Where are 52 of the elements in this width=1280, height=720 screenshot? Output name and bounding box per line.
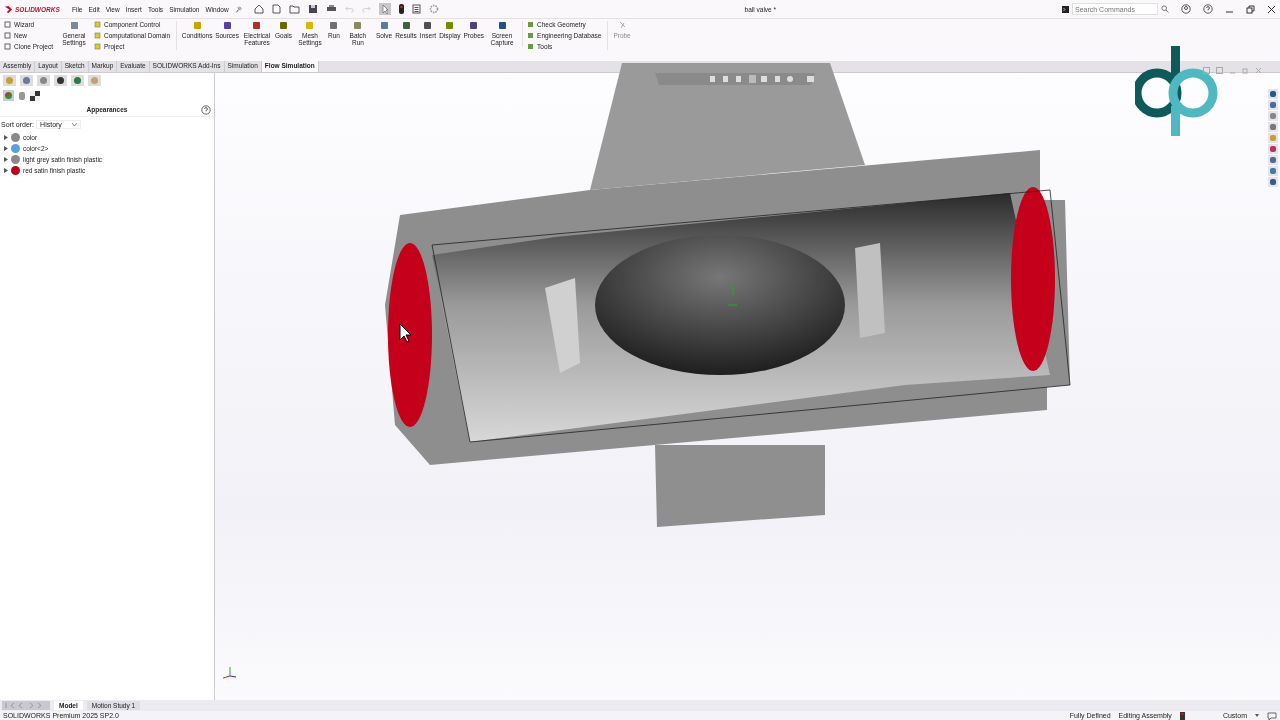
save-icon[interactable]	[307, 4, 318, 14]
settings-icon[interactable]	[428, 4, 439, 14]
command-icon	[222, 21, 232, 30]
caret-icon[interactable]	[1255, 714, 1259, 717]
expand-icon[interactable]	[4, 157, 8, 162]
pointer-icon	[399, 323, 413, 343]
restore-icon[interactable]	[1246, 4, 1255, 14]
appearance-icon[interactable]	[3, 90, 14, 101]
view-toolbar[interactable]	[655, 73, 815, 85]
command-icon	[252, 21, 262, 30]
command-icon	[329, 21, 339, 30]
settings-icon	[69, 21, 79, 30]
ds-logo-icon	[4, 4, 13, 14]
account-icon[interactable]	[1181, 4, 1191, 14]
tile-icon[interactable]	[1216, 67, 1223, 74]
help-icon[interactable]	[1203, 4, 1213, 14]
axis-triad-icon	[221, 665, 239, 681]
new-document-icon[interactable]	[271, 4, 281, 14]
command-icon	[192, 21, 202, 30]
file-properties-icon[interactable]	[411, 4, 421, 14]
expand-icon[interactable]	[4, 168, 8, 173]
redo-icon	[361, 4, 371, 14]
rebuild-icon[interactable]	[1179, 711, 1185, 720]
select-icon[interactable]	[378, 3, 391, 15]
command-icon	[445, 21, 455, 30]
chat-icon[interactable]	[1267, 711, 1277, 720]
command-icon	[305, 21, 315, 30]
caret-icon	[71, 123, 77, 126]
pin-icon[interactable]	[234, 5, 242, 13]
checker-icon[interactable]	[30, 90, 40, 101]
command-icon	[401, 21, 411, 30]
close-icon[interactable]	[1267, 4, 1276, 14]
tile-icon[interactable]	[1203, 67, 1210, 74]
search-icon[interactable]	[1161, 5, 1169, 13]
panel-tab-icon[interactable]	[54, 75, 67, 86]
open-folder-icon[interactable]	[288, 4, 300, 14]
expand-icon[interactable]	[4, 135, 8, 140]
command-icon	[497, 21, 507, 30]
expand-icon[interactable]	[4, 146, 8, 151]
command-icon	[353, 21, 363, 30]
logo-icon	[1135, 46, 1219, 138]
undo-icon	[344, 4, 354, 14]
probe-icon	[617, 21, 627, 30]
command-icon	[278, 21, 288, 30]
traffic-light-icon[interactable]	[398, 4, 404, 14]
print-icon[interactable]	[325, 4, 337, 14]
home-icon[interactable]	[253, 4, 264, 14]
command-icon	[423, 21, 433, 30]
command-prompt-icon	[1062, 5, 1069, 13]
command-icon	[379, 21, 389, 30]
help-icon[interactable]	[201, 104, 211, 115]
command-icon	[469, 21, 479, 30]
